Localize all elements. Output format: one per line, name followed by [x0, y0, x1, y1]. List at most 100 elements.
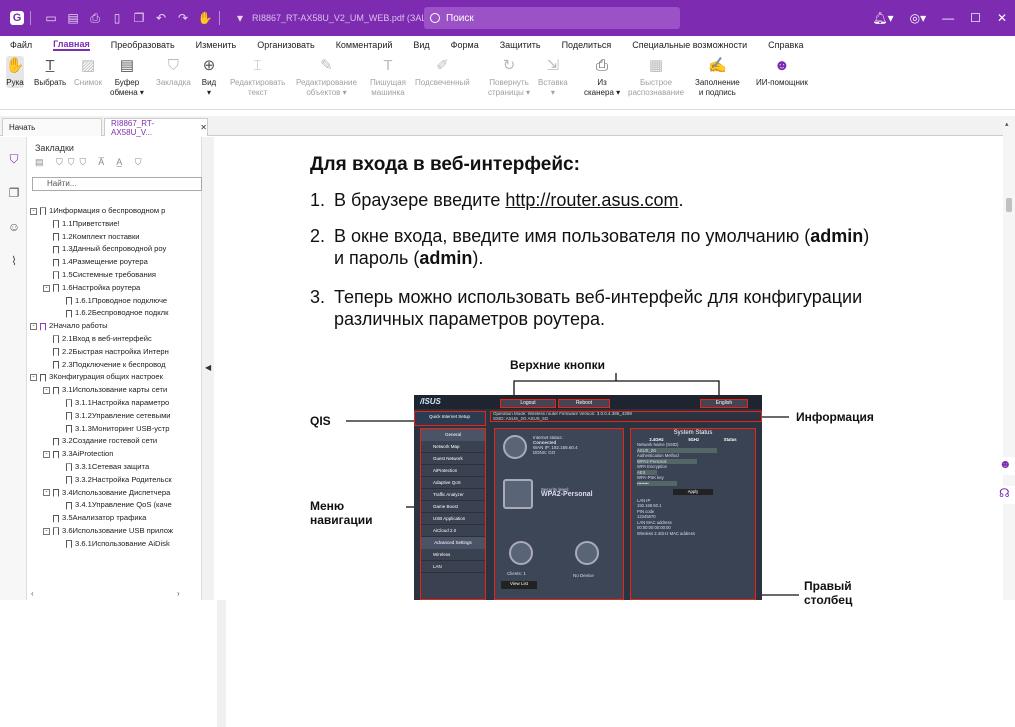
bookmark-item[interactable]: - 3.3AiProtection	[30, 448, 200, 461]
collapse-toggle-icon[interactable]: -	[43, 387, 50, 395]
menu-item-4[interactable]: Организовать	[257, 40, 314, 50]
menu-item-10[interactable]: Специальные возможности	[632, 40, 747, 50]
collapse-toggle-icon[interactable]: -	[43, 284, 50, 292]
menu-item-8[interactable]: Защитить	[500, 40, 541, 50]
ribbon-button-edit-text[interactable]: ⌶ Редактировать текст	[230, 56, 285, 98]
bookmark-item[interactable]: - 2Начало работы	[30, 320, 200, 333]
bookmark-item[interactable]: 2.1Вход в веб-интерфейс	[30, 333, 200, 346]
ribbon-button-bookmark[interactable]: ⛉ Закладка	[156, 56, 191, 88]
ai-assistant-float-icon[interactable]: ☻	[999, 457, 1015, 475]
ribbon-button-rotate[interactable]: ↻ Повернуть страницы ▾	[488, 56, 530, 98]
ribbon-button-edit-object[interactable]: ✎ Редактирование объектов ▾	[296, 56, 357, 98]
bookmark-item[interactable]: 3.1.2Управление сетевыми	[30, 410, 200, 423]
ribbon-button-scanner[interactable]: ⎙ Из сканера ▾	[584, 56, 620, 98]
scroll-left-arrow-icon[interactable]: ‹	[31, 589, 34, 598]
tab-document-label: RI8867_RT-AX58U_V...	[111, 118, 154, 137]
close-tab-icon[interactable]: ✕	[200, 123, 207, 132]
panel-splitter[interactable]: ◀	[202, 137, 214, 600]
redo-icon[interactable]: ↷	[175, 10, 191, 26]
menu-item-1[interactable]: Главная	[53, 39, 90, 51]
scroll-right-arrow-icon[interactable]: ›	[177, 589, 180, 598]
ribbon-button-ocr[interactable]: ▦ Быстрое распознавание	[628, 56, 684, 98]
ribbon-button-insert[interactable]: ⇲ Вставка ▾	[538, 56, 568, 98]
bookmark-item[interactable]: 2.3Подключение к беспровод	[30, 359, 200, 372]
collapse-toggle-icon[interactable]: -	[43, 451, 50, 459]
ribbon-button-fill-sign[interactable]: ✍ Заполнение и подпись	[695, 56, 740, 98]
collapse-toggle-icon[interactable]: -	[30, 323, 37, 331]
close-window-icon[interactable]: ✕	[997, 11, 1007, 25]
customize-dropdown-icon[interactable]: ▾	[232, 10, 248, 26]
bookmark-item[interactable]: - 3.6Использование USB прилож	[30, 525, 200, 538]
hand-dropdown-icon[interactable]: ✋	[197, 10, 213, 26]
bookmark-item[interactable]: 1.3Данный беспроводной роу	[30, 243, 200, 256]
bookmark-item[interactable]: - 3.4Использование Диспетчера	[30, 487, 200, 500]
new-file-icon[interactable]: ▯	[109, 10, 125, 26]
menu-item-3[interactable]: Изменить	[196, 40, 237, 50]
bookmark-item[interactable]: 3.6.1Использование AiDisk	[30, 538, 200, 551]
bookmark-item[interactable]: 3.4.1Управление QoS (каче	[30, 499, 200, 512]
bookmark-item[interactable]: 2.2Быстрая настройка Интерн	[30, 346, 200, 359]
bookmark-item[interactable]: - 1Информация о беспроводном р	[30, 205, 200, 218]
ribbon-button-snapshot[interactable]: ▨ Снимок	[74, 56, 102, 88]
comments-panel-icon[interactable]: ☺	[7, 219, 21, 235]
notification-bell-icon[interactable]: 🔔︎▾	[872, 11, 893, 25]
minimize-icon[interactable]: —	[942, 11, 954, 25]
bookmark-item[interactable]: 1.5Системные требования	[30, 269, 200, 282]
save-icon[interactable]: ▤	[65, 10, 81, 26]
menu-item-9[interactable]: Поделиться	[562, 40, 612, 50]
ribbon-button-clipboard[interactable]: ▤ Буфер обмена ▾	[110, 56, 144, 98]
bookmark-tools[interactable]: ▤ ⛉⛉⛉ A̅ A̲ ⛉	[35, 157, 147, 168]
router-band-tab: 5GHz	[688, 436, 700, 442]
bookmark-item[interactable]: 3.1.1Настройка параметро	[30, 397, 200, 410]
collapse-toggle-icon[interactable]: -	[30, 374, 37, 382]
menu-item-5[interactable]: Комментарий	[336, 40, 393, 50]
menu-item-0[interactable]: Файл	[10, 40, 32, 50]
bookmark-item[interactable]: 3.2Создание гостевой сети	[30, 435, 200, 448]
ribbon-button-zoom[interactable]: ⊕ Вид ▾	[200, 56, 218, 98]
menu-item-11[interactable]: Справка	[768, 40, 803, 50]
bookmark-item[interactable]: 1.4Размещение роутера	[30, 256, 200, 269]
bookmark-item[interactable]: 1.1Приветствие!	[30, 218, 200, 231]
bookmark-panel-icon[interactable]: ⛉	[7, 151, 21, 167]
ribbon-button-hand[interactable]: ✋ Рука	[6, 56, 24, 88]
document-scrollbar[interactable]: ▴	[1003, 120, 1015, 600]
bookmark-item[interactable]: 3.1.3Мониторинг USB-устр	[30, 423, 200, 436]
bookmark-item[interactable]: 3.3.1Сетевая защита	[30, 461, 200, 474]
bookmark-item[interactable]: - 3Конфигурация общих настроек	[30, 371, 200, 384]
bookmark-item[interactable]: 1.2Комплект поставки	[30, 231, 200, 244]
search-box[interactable]: Поиск	[424, 7, 680, 29]
undo-icon[interactable]: ↶	[153, 10, 169, 26]
collapse-toggle-icon[interactable]: -	[43, 527, 50, 535]
ribbon-label: Заполнение	[695, 78, 740, 87]
print-icon[interactable]: ⎙	[87, 10, 103, 26]
bookmark-find-input[interactable]: Найти...	[32, 177, 202, 191]
ribbon-button-highlight[interactable]: ✐ Подсвеченный	[415, 56, 470, 88]
bookmark-label: 3.1.2Управление сетевыми	[75, 410, 171, 420]
menu-item-7[interactable]: Форма	[451, 40, 479, 50]
collapse-panel-icon[interactable]: ◀	[205, 363, 211, 372]
pages-panel-icon[interactable]: ❐	[7, 185, 21, 201]
tab-document[interactable]: RI8867_RT-AX58U_V... ✕	[104, 118, 208, 137]
account-icon[interactable]: ◎▾	[910, 11, 927, 25]
copy-icon[interactable]: ❐	[131, 10, 147, 26]
scroll-up-arrow-icon[interactable]: ▴	[1005, 120, 1009, 128]
bookmark-item[interactable]: 1.6.1Проводное подключе	[30, 295, 200, 308]
menu-item-6[interactable]: Вид	[413, 40, 429, 50]
menu-item-2[interactable]: Преобразовать	[111, 40, 175, 50]
ribbon-button-select-text[interactable]: T̲ Выбрать	[34, 56, 66, 88]
support-headset-icon[interactable]: ☊	[999, 486, 1015, 504]
ribbon-button-typewriter[interactable]: T Пишущая машинка	[370, 56, 406, 98]
bookmark-item[interactable]: 3.3.2Настройка Родительск	[30, 474, 200, 487]
ribbon-button-ai-assistant[interactable]: ☻ ИИ-помощник	[756, 56, 808, 88]
bookmark-item[interactable]: 3.5Анализатор трафика	[30, 512, 200, 525]
attachments-panel-icon[interactable]: ⌇	[7, 253, 21, 269]
collapse-toggle-icon[interactable]: -	[30, 207, 37, 215]
bookmark-item[interactable]: - 3.1Использование карты сети	[30, 384, 200, 397]
maximize-icon[interactable]: ☐	[970, 11, 981, 25]
open-file-icon[interactable]: ▭	[43, 10, 59, 26]
bookmark-item[interactable]: 1.6.2Беспроводное подклк	[30, 307, 200, 320]
bookmark-item[interactable]: - 1.6Настройка роутера	[30, 282, 200, 295]
rotate-icon: ↻	[502, 57, 516, 74]
tab-start[interactable]: Начать	[2, 118, 102, 136]
collapse-toggle-icon[interactable]: -	[43, 489, 50, 497]
